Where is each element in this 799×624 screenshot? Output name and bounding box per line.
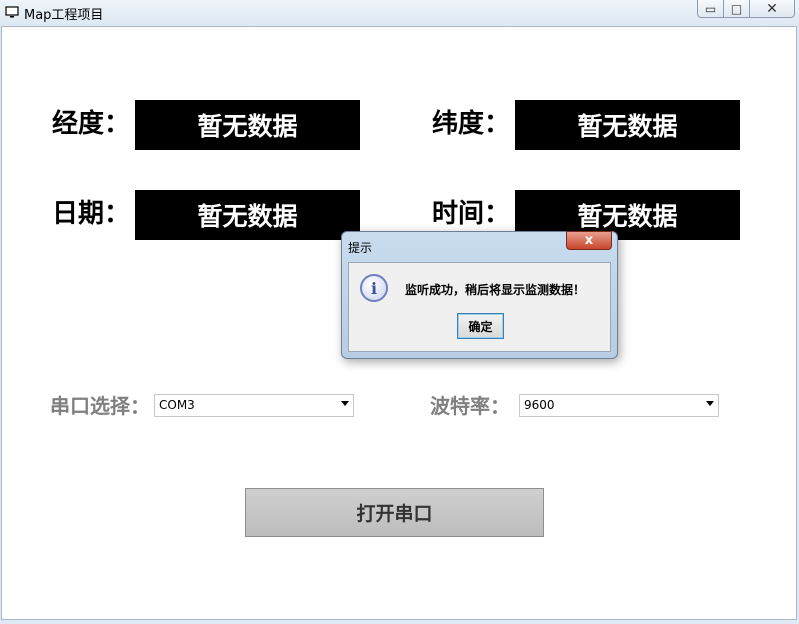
chevron-down-icon [706,401,714,406]
window-controls: ▭ □ ✕ [697,0,795,18]
serial-port-value: COM3 [159,398,195,412]
close-button[interactable]: ✕ [750,0,795,18]
baud-rate-value: 9600 [524,398,555,412]
baud-rate-select[interactable]: 9600 [519,394,719,417]
dialog-title: 提示 [348,241,373,255]
longitude-value: 暂无数据 [135,100,360,150]
longitude-label: 经度： [52,109,131,139]
serial-port-select[interactable]: COM3 [154,394,354,417]
serial-port-label: 串口选择： [50,394,150,418]
dialog-body: i 监听成功，稍后将显示监测数据！ 确定 [348,262,611,352]
ok-button[interactable]: 确定 [457,313,504,339]
time-label: 时间： [432,199,511,229]
date-label: 日期： [52,199,131,229]
monitor-icon [5,6,19,18]
message-dialog: 提示 x i 监听成功，稍后将显示监测数据！ 确定 [341,231,618,359]
dialog-message: 监听成功，稍后将显示监测数据！ [405,283,586,297]
chevron-down-icon [341,401,349,406]
baud-rate-label: 波特率： [430,394,510,418]
maximize-button[interactable]: □ [724,0,750,18]
title-bar: Map工程项目 ▭ □ ✕ [0,0,799,26]
dialog-close-button[interactable]: x [566,231,612,250]
minimize-button[interactable]: ▭ [697,0,724,18]
open-serial-button[interactable]: 打开串口 [245,488,544,537]
latitude-label: 纬度： [432,109,511,139]
date-value: 暂无数据 [135,190,360,240]
info-icon: i [360,274,388,302]
latitude-value: 暂无数据 [515,100,740,150]
window-title: Map工程项目 [24,8,104,23]
